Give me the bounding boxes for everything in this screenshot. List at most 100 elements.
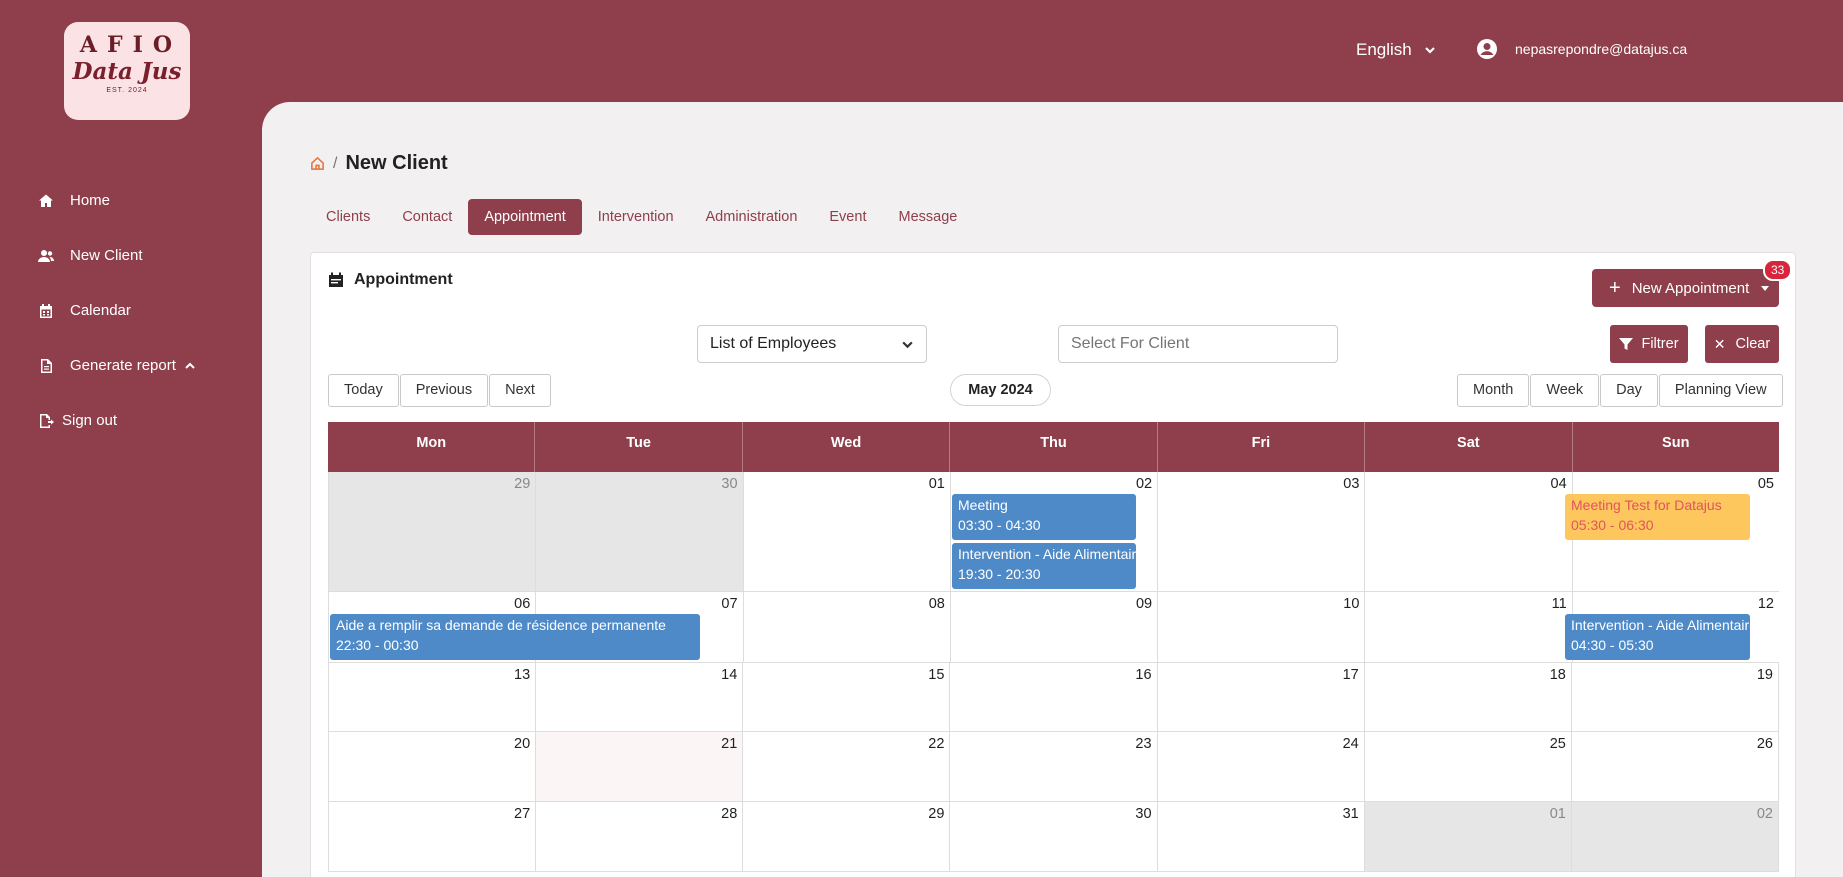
day-number: 25 — [1549, 736, 1566, 752]
day-cell[interactable]: 15 — [742, 663, 949, 731]
calendar-view-group: Month Week Day Planning View — [1457, 374, 1784, 407]
filter-button[interactable]: Filtrer — [1610, 325, 1688, 363]
day-cell[interactable]: 08 — [742, 592, 950, 662]
previous-button[interactable]: Previous — [399, 374, 489, 407]
view-month-button[interactable]: Month — [1457, 374, 1530, 407]
calendar-event[interactable]: Aide a remplir sa demande de résidence p… — [330, 614, 700, 660]
day-cell[interactable]: 20 — [328, 732, 535, 801]
notification-badge: 33 — [1763, 259, 1793, 281]
sidebar-item-calendar[interactable]: Calendar — [38, 302, 131, 319]
day-cell[interactable]: 24 — [1156, 732, 1364, 801]
day-number: 30 — [1135, 806, 1152, 822]
day-number: 10 — [1343, 596, 1360, 612]
sidebar-item-home[interactable]: Home — [38, 192, 110, 209]
report-icon — [41, 358, 52, 373]
sidebar-item-new-client[interactable]: New Client — [38, 247, 143, 264]
day-cell[interactable]: 22 — [742, 732, 949, 801]
day-cell[interactable]: 02 — [1570, 802, 1779, 871]
weekday-tue: Tue — [535, 422, 743, 472]
day-number: 17 — [1342, 667, 1359, 683]
calendar-event[interactable]: Meeting 03:30 - 04:30 — [952, 494, 1136, 540]
day-number: 12 — [1757, 596, 1774, 612]
weekday-wed: Wed — [743, 422, 951, 472]
plus-icon: + — [1609, 277, 1621, 299]
day-cell[interactable]: 28 — [535, 802, 742, 871]
calendar-week: 13 14 15 16 17 18 19 — [328, 663, 1779, 732]
view-day-button[interactable]: Day — [1600, 374, 1658, 407]
day-cell[interactable]: 11 — [1364, 592, 1571, 662]
new-appointment-button[interactable]: + New Appointment — [1592, 269, 1779, 307]
day-number: 23 — [1135, 736, 1152, 752]
day-cell[interactable]: 09 — [949, 592, 1157, 662]
calendar-week: 27 28 29 30 31 01 02 — [328, 802, 1779, 872]
event-title: Intervention - Aide Alimentaire — [1571, 617, 1750, 633]
day-number: 14 — [721, 667, 738, 683]
next-button[interactable]: Next — [489, 374, 551, 407]
tab-administration[interactable]: Administration — [690, 199, 814, 235]
sign-out-icon — [40, 413, 54, 428]
day-number: 27 — [514, 806, 531, 822]
day-cell[interactable]: 29 — [742, 802, 949, 871]
day-cell[interactable]: 31 — [1156, 802, 1364, 871]
day-number: 13 — [514, 667, 531, 683]
day-cell[interactable]: 17 — [1156, 663, 1364, 731]
sidebar-item-sign-out[interactable]: Sign out — [38, 412, 117, 429]
day-cell[interactable]: 19 — [1570, 663, 1779, 731]
calendar-header: Mon Tue Wed Thu Fri Sat Sun — [328, 422, 1779, 472]
clear-button-label: Clear — [1735, 336, 1771, 352]
tab-event[interactable]: Event — [813, 199, 882, 235]
day-number: 30 — [721, 476, 738, 492]
day-cell[interactable]: 14 — [535, 663, 742, 731]
day-number: 07 — [721, 596, 738, 612]
day-number: 18 — [1549, 667, 1566, 683]
calendar-event[interactable]: Meeting Test for Datajus 05:30 - 06:30 — [1565, 494, 1750, 540]
client-search-input[interactable] — [1058, 325, 1338, 363]
day-cell[interactable]: 26 — [1570, 732, 1779, 801]
day-cell[interactable]: 01 — [1363, 802, 1571, 871]
tab-message[interactable]: Message — [882, 199, 973, 235]
breadcrumb: / New Client — [310, 152, 448, 175]
day-cell[interactable]: 25 — [1363, 732, 1571, 801]
weekday-sun: Sun — [1662, 435, 1690, 451]
day-cell[interactable]: 30 — [949, 802, 1156, 871]
tab-contact[interactable]: Contact — [386, 199, 468, 235]
day-number: 29 — [514, 476, 531, 492]
day-cell[interactable]: 29 — [328, 472, 536, 591]
calendar-week: 06 07 08 09 10 11 12 Aide a remplir sa d… — [328, 592, 1779, 663]
sidebar-item-label: Calendar — [70, 302, 131, 319]
day-cell[interactable]: 01 — [742, 472, 950, 591]
tab-appointment[interactable]: Appointment — [468, 199, 582, 235]
day-cell-today[interactable]: 21 — [535, 732, 743, 801]
tab-clients[interactable]: Clients — [310, 199, 386, 235]
day-cell[interactable]: 16 — [949, 663, 1156, 731]
day-cell[interactable]: 13 — [328, 663, 535, 731]
main-content: / New Client Clients Contact Appointment… — [262, 102, 1843, 877]
sidebar: AFIO Data Jus EST. 2024 Home New Client … — [0, 0, 262, 877]
logo-line-1: AFIO — [79, 32, 183, 58]
event-title: Aide a remplir sa demande de résidence p… — [336, 617, 666, 633]
user-menu[interactable]: nepasrepondre@datajus.ca — [1476, 38, 1687, 60]
view-week-button[interactable]: Week — [1530, 374, 1600, 407]
day-cell[interactable]: 10 — [1157, 592, 1364, 662]
tab-intervention[interactable]: Intervention — [582, 199, 690, 235]
day-cell[interactable]: 27 — [328, 802, 535, 871]
language-select[interactable]: English — [1356, 40, 1436, 60]
clear-button[interactable]: ✕ Clear — [1705, 325, 1779, 363]
day-cell[interactable]: 23 — [949, 732, 1156, 801]
calendar-event[interactable]: Intervention - Aide Alimentaire 04:30 - … — [1565, 614, 1750, 660]
day-cell[interactable]: 30 — [535, 472, 743, 591]
day-cell[interactable]: 03 — [1157, 472, 1364, 591]
day-number: 19 — [1756, 667, 1773, 683]
day-number: 01 — [928, 476, 945, 492]
caret-down-icon — [1761, 285, 1770, 291]
employees-select[interactable]: List of Employees — [697, 325, 927, 363]
calendar-event[interactable]: Intervention - Aide Alimentaire 19:30 - … — [952, 543, 1136, 589]
day-cell[interactable]: 04 — [1364, 472, 1571, 591]
day-cell[interactable]: 18 — [1363, 663, 1571, 731]
sidebar-item-generate-report[interactable]: Generate report — [38, 357, 212, 374]
app-logo[interactable]: AFIO Data Jus EST. 2024 — [64, 22, 190, 120]
breadcrumb-separator: / — [333, 154, 338, 172]
today-button[interactable]: Today — [328, 374, 399, 407]
home-icon[interactable] — [310, 156, 325, 171]
view-planning-button[interactable]: Planning View — [1658, 374, 1783, 407]
